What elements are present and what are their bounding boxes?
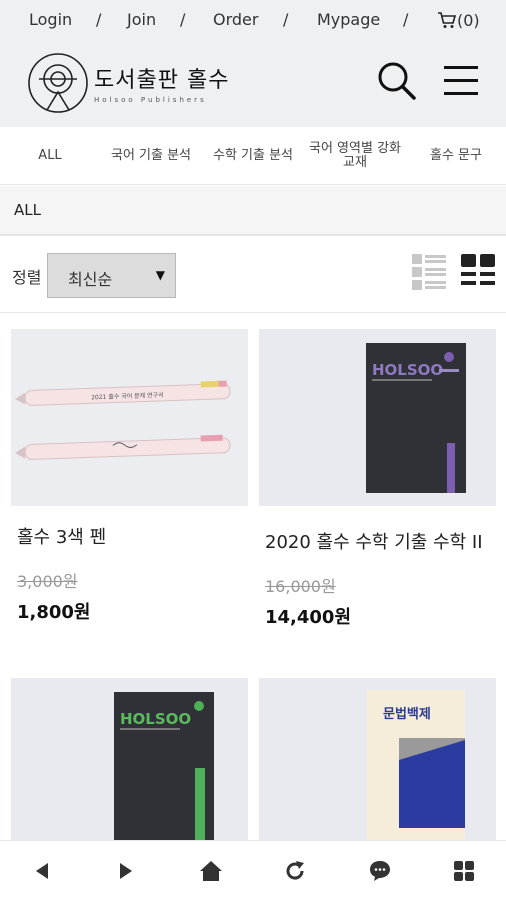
book-cover-image: HOLSOO xyxy=(259,329,496,506)
cart-count: (0) xyxy=(457,11,480,30)
category-math-analysis[interactable]: 수학 기출 분석 xyxy=(202,127,304,185)
home-button[interactable] xyxy=(197,857,225,885)
product-image-math-book[interactable]: HOLSOO xyxy=(259,329,496,506)
product-image-green-book[interactable]: HOLSOO xyxy=(11,678,248,840)
search-button[interactable] xyxy=(376,60,418,102)
apps-button[interactable] xyxy=(450,857,478,885)
breadcrumb: ALL xyxy=(0,186,506,236)
book-brand-text: HOLSOO xyxy=(120,710,191,728)
back-arrow-icon xyxy=(36,863,48,879)
product-name[interactable]: 홀수 3색 펜 xyxy=(17,523,106,549)
list-view-icon xyxy=(412,254,446,290)
chat-button[interactable] xyxy=(366,857,394,885)
nav-separator: / xyxy=(403,10,409,29)
book-brand-text: HOLSOO xyxy=(372,361,443,379)
caret-down-icon: ▼ xyxy=(155,268,165,282)
divider xyxy=(0,312,506,313)
category-nav: ALL 국어 기출 분석 수학 기출 분석 국어 영역별 강화 교재 홀수 문구 xyxy=(0,127,506,185)
book-title-text: 문법백제 xyxy=(383,706,431,722)
sort-label: 정렬 xyxy=(12,268,42,287)
pen-image: 2021 홀수 국어 문제 연구서 xyxy=(11,329,248,506)
apps-grid-icon xyxy=(454,861,474,881)
category-korean-analysis[interactable]: 국어 기출 분석 xyxy=(100,127,202,185)
join-link[interactable]: Join xyxy=(127,10,156,29)
order-link[interactable]: Order xyxy=(213,10,258,29)
breadcrumb-label: ALL xyxy=(14,201,41,219)
forward-arrow-icon xyxy=(120,863,132,879)
refresh-button[interactable] xyxy=(281,857,309,885)
nav-separator: / xyxy=(96,10,102,29)
menu-button[interactable] xyxy=(440,60,482,102)
back-button[interactable] xyxy=(28,857,56,885)
list-view-button[interactable] xyxy=(412,252,446,292)
header: Login / Join / Order / Mypage / (0) 도서출판… xyxy=(0,0,506,127)
hamburger-menu-icon xyxy=(444,66,478,95)
top-nav: Login / Join / Order / Mypage / (0) xyxy=(0,10,506,36)
brand-title: 도서출판 홀수 xyxy=(94,68,230,93)
grid-view-icon xyxy=(461,254,495,285)
product-sale-price: 1,800원 xyxy=(17,602,91,623)
product-original-price: 3,000원 xyxy=(17,572,78,591)
bottom-navigation-bar xyxy=(0,840,506,900)
grid-view-button[interactable] xyxy=(461,252,495,292)
book-cover-image: HOLSOO xyxy=(11,678,248,840)
forward-button[interactable] xyxy=(112,857,140,885)
product-name[interactable]: 2020 홀수 수학 기출 수학 II xyxy=(265,528,483,554)
search-icon xyxy=(378,62,416,100)
chat-icon xyxy=(370,861,390,881)
category-korean-enhance[interactable]: 국어 영역별 강화 교재 xyxy=(304,127,406,185)
sort-select[interactable]: 최신순 ▼ xyxy=(47,253,176,298)
product-sale-price: 14,400원 xyxy=(265,607,352,628)
category-stationery[interactable]: 홀수 문구 xyxy=(406,127,506,185)
product-image-pen[interactable]: 2021 홀수 국어 문제 연구서 xyxy=(11,329,248,506)
product-image-grammar-book[interactable]: 문법백제 xyxy=(259,678,496,840)
cart-icon xyxy=(438,12,457,28)
login-link[interactable]: Login xyxy=(29,10,72,29)
brand-logo[interactable]: 도서출판 홀수 Holsoo Publishers xyxy=(27,52,230,114)
sort-selected-value: 최신순 xyxy=(68,270,113,289)
logo-emblem-icon xyxy=(28,53,88,113)
nav-separator: / xyxy=(180,10,186,29)
product-original-price: 16,000원 xyxy=(265,577,336,596)
refresh-icon xyxy=(286,861,304,880)
cart-link[interactable]: (0) xyxy=(437,11,480,30)
book-cover-image: 문법백제 xyxy=(259,678,496,840)
home-icon xyxy=(200,861,222,881)
category-all[interactable]: ALL xyxy=(0,127,100,185)
mypage-link[interactable]: Mypage xyxy=(317,10,380,29)
brand-subtitle: Holsoo Publishers xyxy=(94,96,207,104)
nav-separator: / xyxy=(283,10,289,29)
